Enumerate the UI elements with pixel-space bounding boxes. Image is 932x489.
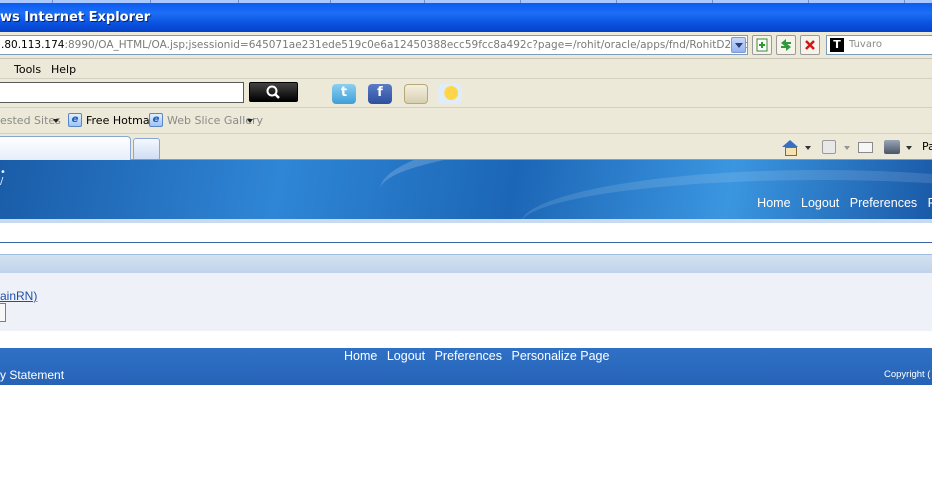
- global-links: Home Logout Preferences P: [750, 196, 932, 210]
- menu-help[interactable]: Help: [51, 63, 76, 76]
- footer-links: Home Logout Preferences Personalize Page: [344, 349, 615, 363]
- toolbar-search-button[interactable]: [249, 82, 298, 102]
- tuvaro-logo-icon: T: [830, 38, 844, 52]
- url-dropdown-icon[interactable]: [731, 37, 746, 53]
- oracle-app-header: • / Home Logout Preferences P: [0, 160, 932, 219]
- brand-mark-icon: • /: [0, 167, 6, 187]
- news-icon[interactable]: [404, 84, 428, 104]
- home-chevron-down-icon[interactable]: [805, 146, 811, 150]
- facebook-icon[interactable]: f: [368, 84, 392, 104]
- search-toolbar: t f: [0, 79, 932, 108]
- region-link[interactable]: ainRN): [0, 289, 37, 303]
- favorites-bar: ested Sites e Free Hotmail e Web Slice G…: [0, 108, 932, 134]
- window-title: ws Internet Explorer: [0, 10, 151, 25]
- twitter-icon[interactable]: t: [332, 84, 356, 104]
- global-link-home[interactable]: Home: [757, 196, 790, 210]
- footer-link-personalize-page[interactable]: Personalize Page: [511, 349, 609, 363]
- toolbar-search-input[interactable]: [0, 82, 244, 103]
- compatibility-view-button[interactable]: [752, 35, 772, 55]
- global-link-preferences[interactable]: Preferences: [850, 196, 917, 210]
- main-region: ainRN): [0, 273, 932, 331]
- ie-page-icon: e: [149, 113, 163, 127]
- print-icon[interactable]: [884, 140, 900, 154]
- refresh-button[interactable]: [776, 35, 796, 55]
- address-bar: .80.113.174:8990/OA_HTML/OA.jsp;jsession…: [0, 32, 932, 59]
- url-path: :8990/OA_HTML/OA.jsp;jsessionid=645071ae…: [64, 39, 747, 51]
- region-header-bar: [0, 254, 932, 273]
- global-link-logout[interactable]: Logout: [801, 196, 839, 210]
- url-input[interactable]: .80.113.174:8990/OA_HTML/OA.jsp;jsession…: [0, 35, 748, 55]
- browser-search-input[interactable]: T Tuvaro: [826, 35, 932, 55]
- footer-link-logout[interactable]: Logout: [387, 349, 425, 363]
- stop-icon: [805, 40, 815, 50]
- footer-copyright: Copyright (: [884, 369, 931, 380]
- web-slice-chevron-down-icon[interactable]: [247, 119, 253, 123]
- weather-icon[interactable]: [438, 84, 462, 104]
- feeds-chevron-down-icon[interactable]: [844, 146, 850, 150]
- mail-icon[interactable]: [858, 142, 873, 153]
- favorite-free-hotmail[interactable]: Free Hotmail: [86, 114, 156, 127]
- new-tab-button[interactable]: [133, 138, 160, 159]
- print-chevron-down-icon[interactable]: [906, 146, 912, 150]
- global-link-more[interactable]: P: [928, 196, 932, 210]
- search-placeholder: Tuvaro: [849, 39, 882, 50]
- magnifier-icon: [266, 85, 280, 99]
- home-icon[interactable]: [782, 140, 798, 156]
- suggested-sites-chevron-down-icon[interactable]: [53, 119, 59, 123]
- stop-button[interactable]: [800, 35, 820, 55]
- tab-active-page[interactable]: [0, 136, 131, 160]
- feeds-icon[interactable]: [822, 140, 836, 154]
- page-separator: [0, 242, 932, 243]
- refresh-icon: [781, 39, 791, 51]
- tab-strip: Pa: [0, 134, 932, 160]
- footer-privacy-statement[interactable]: y Statement: [0, 368, 64, 382]
- title-bar-top-edge: [0, 0, 932, 3]
- header-bottom-stripe: [0, 219, 932, 223]
- window-title-bar[interactable]: ws Internet Explorer: [0, 0, 932, 32]
- menu-bar: Tools Help: [0, 59, 932, 79]
- footer-link-home[interactable]: Home: [344, 349, 377, 363]
- ie-page-icon: e: [68, 113, 82, 127]
- url-host: .80.113.174: [1, 39, 65, 51]
- page-footer: Home Logout Preferences Personalize Page…: [0, 348, 932, 385]
- footer-link-preferences[interactable]: Preferences: [435, 349, 502, 363]
- favorite-suggested-sites[interactable]: ested Sites: [0, 114, 61, 127]
- compatibility-icon: [756, 38, 768, 52]
- page-menu[interactable]: Pa: [922, 140, 932, 153]
- region-button[interactable]: [0, 303, 6, 322]
- menu-tools[interactable]: Tools: [14, 63, 41, 76]
